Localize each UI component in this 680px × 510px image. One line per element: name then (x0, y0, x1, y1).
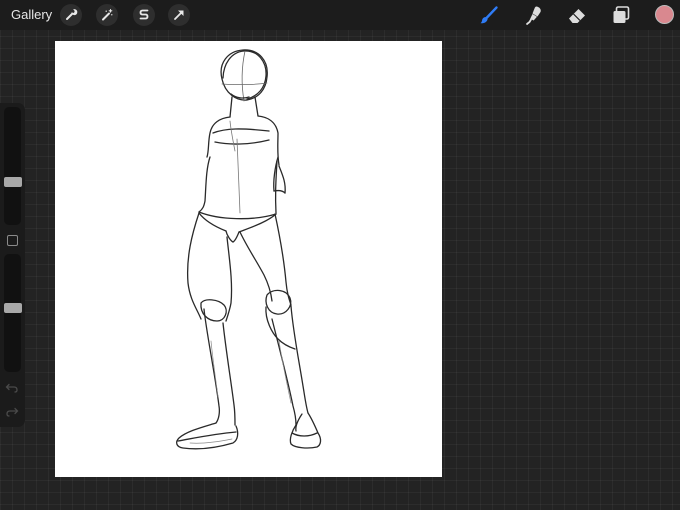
eraser-tool-button[interactable] (565, 3, 589, 27)
smudge-finger-icon (526, 6, 541, 25)
redo-arrow-icon (6, 407, 19, 417)
selection-button[interactable] (133, 4, 155, 26)
brush-size-thumb[interactable] (4, 177, 22, 188)
color-swatch-button[interactable] (655, 5, 674, 24)
layers-icon (613, 6, 630, 23)
eraser-icon (569, 9, 585, 23)
actions-button[interactable] (60, 4, 82, 26)
procreate-app: Gallery (0, 0, 680, 510)
adjustments-button[interactable] (96, 4, 118, 26)
undo-button[interactable] (5, 382, 19, 394)
drawing-canvas[interactable] (55, 41, 442, 477)
wrench-icon (66, 9, 78, 20)
transform-button[interactable] (168, 4, 190, 26)
arrow-cursor-icon (174, 10, 184, 20)
magic-wand-icon (102, 8, 113, 21)
brush-tool-button[interactable] (477, 3, 501, 27)
left-sidebar (0, 103, 25, 427)
opacity-slider[interactable] (4, 254, 21, 372)
redo-button[interactable] (5, 406, 19, 418)
layers-button[interactable] (609, 3, 633, 27)
undo-arrow-icon (5, 383, 18, 393)
selection-s-icon (139, 9, 149, 20)
top-toolbar: Gallery (0, 0, 680, 30)
gallery-button[interactable]: Gallery (11, 7, 52, 22)
modify-square-button[interactable] (7, 235, 18, 246)
figure-sketch (176, 49, 322, 450)
opacity-thumb[interactable] (4, 302, 22, 313)
brush-size-slider[interactable] (4, 107, 21, 225)
brush-icon (480, 6, 498, 24)
smudge-tool-button[interactable] (521, 3, 545, 27)
